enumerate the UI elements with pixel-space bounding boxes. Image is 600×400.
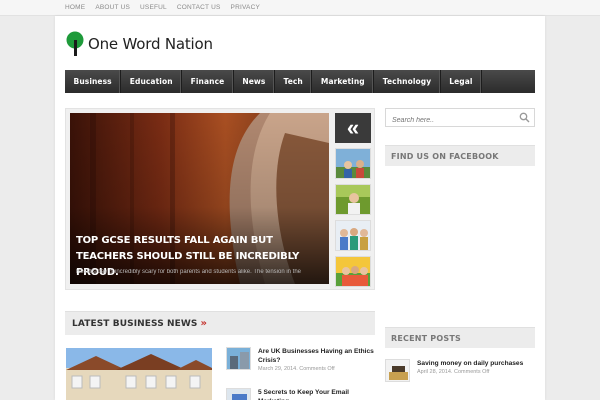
latest-post-2[interactable]: 5 Secrets to Keep Your Email Marketing (226, 388, 376, 400)
post-title-2[interactable]: 5 Secrets to Keep Your Email Marketing (258, 388, 376, 400)
search-box (385, 108, 535, 129)
latest-post-1[interactable]: Are UK Businesses Having an Ethics Crisi… (226, 347, 376, 372)
nav-legal[interactable]: Legal (441, 70, 483, 93)
nav-news[interactable]: News (234, 70, 275, 93)
nav-marketing[interactable]: Marketing (312, 70, 375, 93)
topnav-about[interactable]: About Us (95, 0, 130, 16)
facebook-widget-heading: Find us on Facebook (385, 145, 535, 166)
recent-post-1[interactable]: Saving money on daily purchases April 28… (385, 359, 535, 382)
tree-logo-icon (66, 31, 86, 57)
top-nav: Home About Us Useful Contact Us Privacy (65, 0, 270, 16)
latest-business-heading: Latest Business News» (65, 311, 375, 335)
post-thumb-2 (226, 388, 251, 400)
nav-business[interactable]: Business (65, 70, 122, 93)
nav-technology[interactable]: Technology (374, 70, 441, 93)
recent-meta-1: April 28, 2014. Comments Off (417, 369, 490, 375)
site-name: One Word Nation (88, 35, 213, 53)
search-icon[interactable] (519, 112, 530, 123)
topnav-useful[interactable]: Useful (140, 0, 167, 16)
search-input[interactable] (386, 112, 516, 129)
double-chevron-left-icon[interactable]: « (335, 113, 371, 143)
nav-tech[interactable]: Tech (275, 70, 313, 93)
double-chevron-right-icon: » (200, 318, 208, 329)
topnav-contact[interactable]: Contact Us (177, 0, 221, 16)
thumb-graduates[interactable] (335, 256, 371, 287)
nav-education[interactable]: Education (121, 70, 183, 93)
slide-excerpt: Results day is incredibly scary for both… (76, 269, 302, 275)
nav-finance[interactable]: Finance (182, 70, 234, 93)
latest-business-title: Latest Business News (72, 319, 198, 329)
post-title-1[interactable]: Are UK Businesses Having an Ethics Crisi… (258, 347, 376, 365)
recent-title-1[interactable]: Saving money on daily purchases (417, 359, 523, 368)
post-thumb-1 (226, 347, 251, 370)
site-logo[interactable]: One Word Nation (66, 30, 213, 58)
thumb-student[interactable] (335, 184, 371, 215)
recent-thumb-1 (385, 359, 410, 382)
slide-image[interactable]: Top GCSE results fall again but teachers… (70, 113, 329, 284)
featured-business-image[interactable] (66, 348, 212, 400)
post-meta-1: March 29, 2014. Comments Off (258, 366, 335, 372)
thumb-classroom[interactable] (335, 148, 371, 179)
main-nav: Business Education Finance News Tech Mar… (65, 70, 535, 93)
recent-posts-heading: Recent Posts (385, 327, 535, 348)
topnav-home[interactable]: Home (65, 0, 85, 16)
slider-thumbs: « (335, 113, 371, 292)
thumb-group[interactable] (335, 220, 371, 251)
topnav-privacy[interactable]: Privacy (231, 0, 260, 16)
